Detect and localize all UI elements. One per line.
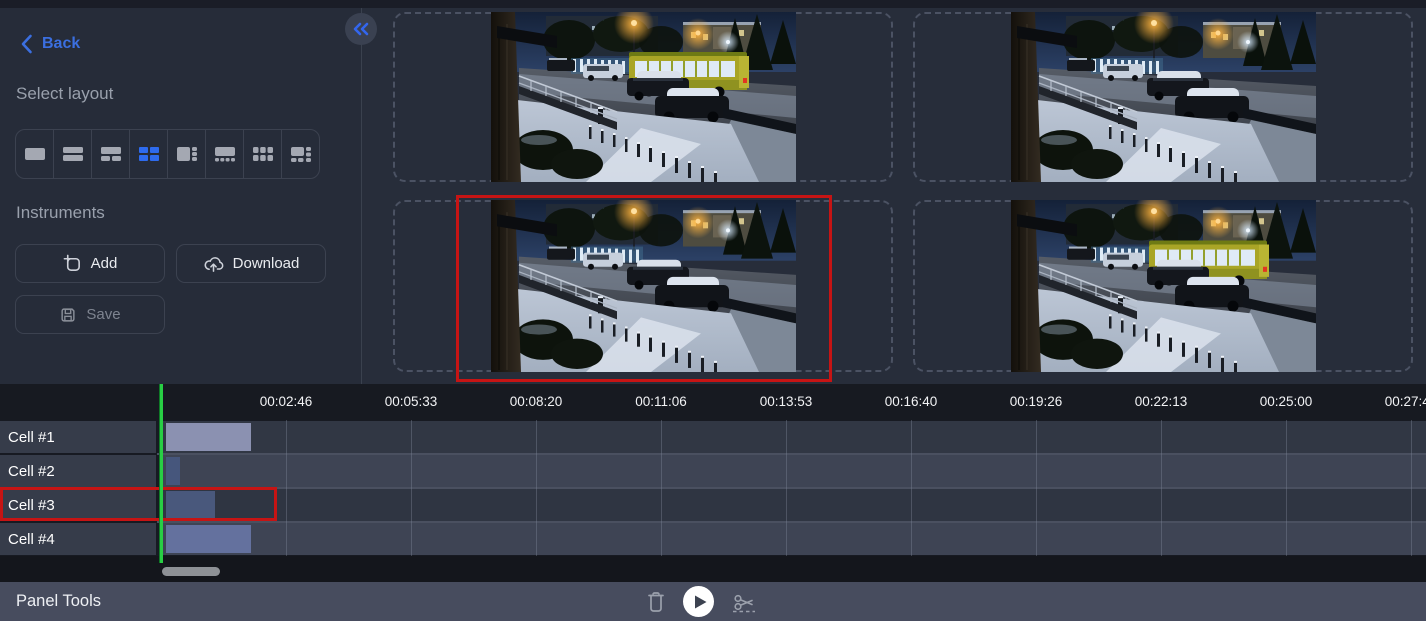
- timeline-tick: 00:16:40: [885, 384, 938, 420]
- timeline-gridline: [786, 420, 787, 556]
- add-label: Add: [91, 255, 118, 272]
- timeline-gridline: [411, 420, 412, 556]
- delete-button[interactable]: [645, 590, 667, 614]
- layout-cell-3[interactable]: [393, 200, 893, 372]
- timeline-row-track-3[interactable]: [160, 489, 1426, 521]
- timeline-clip-3[interactable]: [166, 491, 215, 519]
- timeline-tick: 00:08:20: [510, 384, 563, 420]
- layout-1-top-2-bottom-icon: [99, 145, 123, 163]
- timeline-row-label-2: Cell #2: [0, 455, 156, 487]
- timeline-gridline: [1161, 420, 1162, 556]
- layout-option-layout-single[interactable]: [16, 130, 54, 178]
- play-icon: [694, 595, 707, 609]
- timeline-tick: 00:27:46: [1385, 384, 1426, 420]
- timeline-row-separator: [157, 521, 1426, 523]
- timeline-ruler[interactable]: 00:02:46 00:05:33 00:08:20 00:11:06 00:13:53…: [0, 384, 1426, 420]
- timeline-tick: 00:02:46: [260, 384, 313, 420]
- cut-button[interactable]: [730, 590, 758, 614]
- timeline-tick: 00:22:13: [1135, 384, 1188, 420]
- timeline-tick: 00:25:00: [1260, 384, 1313, 420]
- panel-tools-title: Panel Tools: [16, 582, 101, 621]
- camera-video-thumbnail-4[interactable]: [1011, 200, 1316, 372]
- timeline-row-separator: [157, 487, 1426, 489]
- download-button[interactable]: Download: [176, 244, 326, 283]
- timeline-tick: 00:11:06: [635, 384, 687, 420]
- play-circle: [683, 586, 714, 617]
- layout-1-big-5-small-icon: [289, 145, 313, 163]
- layout-options-group: [15, 129, 320, 179]
- timeline-row-label-4: Cell #4: [0, 523, 156, 555]
- back-label: Back: [42, 35, 80, 53]
- timeline-gridline: [661, 420, 662, 556]
- layout-3x2-grid-icon: [251, 145, 275, 163]
- tools-group: [645, 582, 758, 621]
- layout-option-layout-3x2-grid[interactable]: [244, 130, 282, 178]
- instruments-title: Instruments: [16, 203, 105, 223]
- camera-video-thumbnail-3[interactable]: [491, 200, 796, 372]
- timeline-gridline: [286, 420, 287, 556]
- timeline-scrollbar-track[interactable]: [0, 556, 1426, 582]
- add-button[interactable]: Add: [15, 244, 165, 283]
- collapse-sidebar-button[interactable]: [345, 13, 377, 45]
- timeline-tick: 00:05:33: [385, 384, 438, 420]
- timeline-gridline: [1411, 420, 1412, 556]
- timeline-playhead[interactable]: [159, 384, 163, 563]
- panel-tools-bar: Panel Tools: [0, 582, 1426, 621]
- layout-cell-1[interactable]: [393, 12, 893, 182]
- timeline-tick: 00:19:26: [1010, 384, 1063, 420]
- layout-1-top-4-bottom-icon: [213, 145, 237, 163]
- back-button[interactable]: Back: [20, 34, 80, 54]
- trash-icon: [645, 590, 667, 614]
- layout-2x2-grid-icon: [137, 145, 161, 163]
- timeline-gridline: [536, 420, 537, 556]
- window-top-strip: [0, 0, 1426, 8]
- timeline-row-separator: [157, 453, 1426, 455]
- timeline-gridline: [911, 420, 912, 556]
- timeline-tick: 00:13:53: [760, 384, 813, 420]
- timeline-clip-2[interactable]: [166, 457, 180, 485]
- scissors-icon: [730, 590, 758, 614]
- layout-option-layout-1-top-2-bottom[interactable]: [92, 130, 130, 178]
- save-button[interactable]: Save: [15, 295, 165, 334]
- save-label: Save: [86, 306, 120, 323]
- timeline-clip-1[interactable]: [166, 423, 251, 451]
- play-button[interactable]: [683, 586, 714, 617]
- chevron-left-icon: [20, 34, 33, 54]
- add-clip-icon: [63, 254, 82, 273]
- timeline-gridline: [1286, 420, 1287, 556]
- layout-option-layout-1-big-5-small[interactable]: [282, 130, 319, 178]
- timeline-row-label-1: Cell #1: [0, 421, 156, 453]
- layout-option-layout-2-rows[interactable]: [54, 130, 92, 178]
- layout-option-layout-1-top-4-bottom[interactable]: [206, 130, 244, 178]
- layout-single-icon: [23, 145, 47, 163]
- layout-2-rows-icon: [61, 145, 85, 163]
- timeline-row-track-1[interactable]: [160, 421, 1426, 453]
- download-label: Download: [233, 255, 300, 272]
- timeline-clip-4[interactable]: [166, 525, 251, 553]
- layout-1-left-3-right-icon: [175, 145, 199, 163]
- layout-cell-2[interactable]: [913, 12, 1413, 182]
- timeline-row-label-3: Cell #3: [0, 489, 156, 521]
- timeline-scrollbar-thumb[interactable]: [162, 567, 220, 576]
- cloud-upload-icon: [203, 254, 224, 273]
- camera-video-thumbnail-1[interactable]: [491, 12, 796, 182]
- select-layout-title: Select layout: [16, 84, 113, 104]
- camera-video-thumbnail-2[interactable]: [1011, 12, 1316, 182]
- double-chevron-left-icon: [352, 22, 370, 36]
- layout-option-layout-2x2-grid[interactable]: [130, 130, 168, 178]
- layout-cell-4[interactable]: [913, 200, 1413, 372]
- save-floppy-icon: [59, 306, 77, 324]
- video-layout-editor-window: Back Select layout Instruments Add Downl…: [0, 0, 1426, 621]
- timeline-gridline: [1036, 420, 1037, 556]
- layout-option-layout-1-left-3-right[interactable]: [168, 130, 206, 178]
- timeline-row-track-2[interactable]: [160, 455, 1426, 487]
- sidebar: Back Select layout Instruments Add Downl…: [0, 8, 362, 385]
- timeline-row-track-4[interactable]: [160, 523, 1426, 555]
